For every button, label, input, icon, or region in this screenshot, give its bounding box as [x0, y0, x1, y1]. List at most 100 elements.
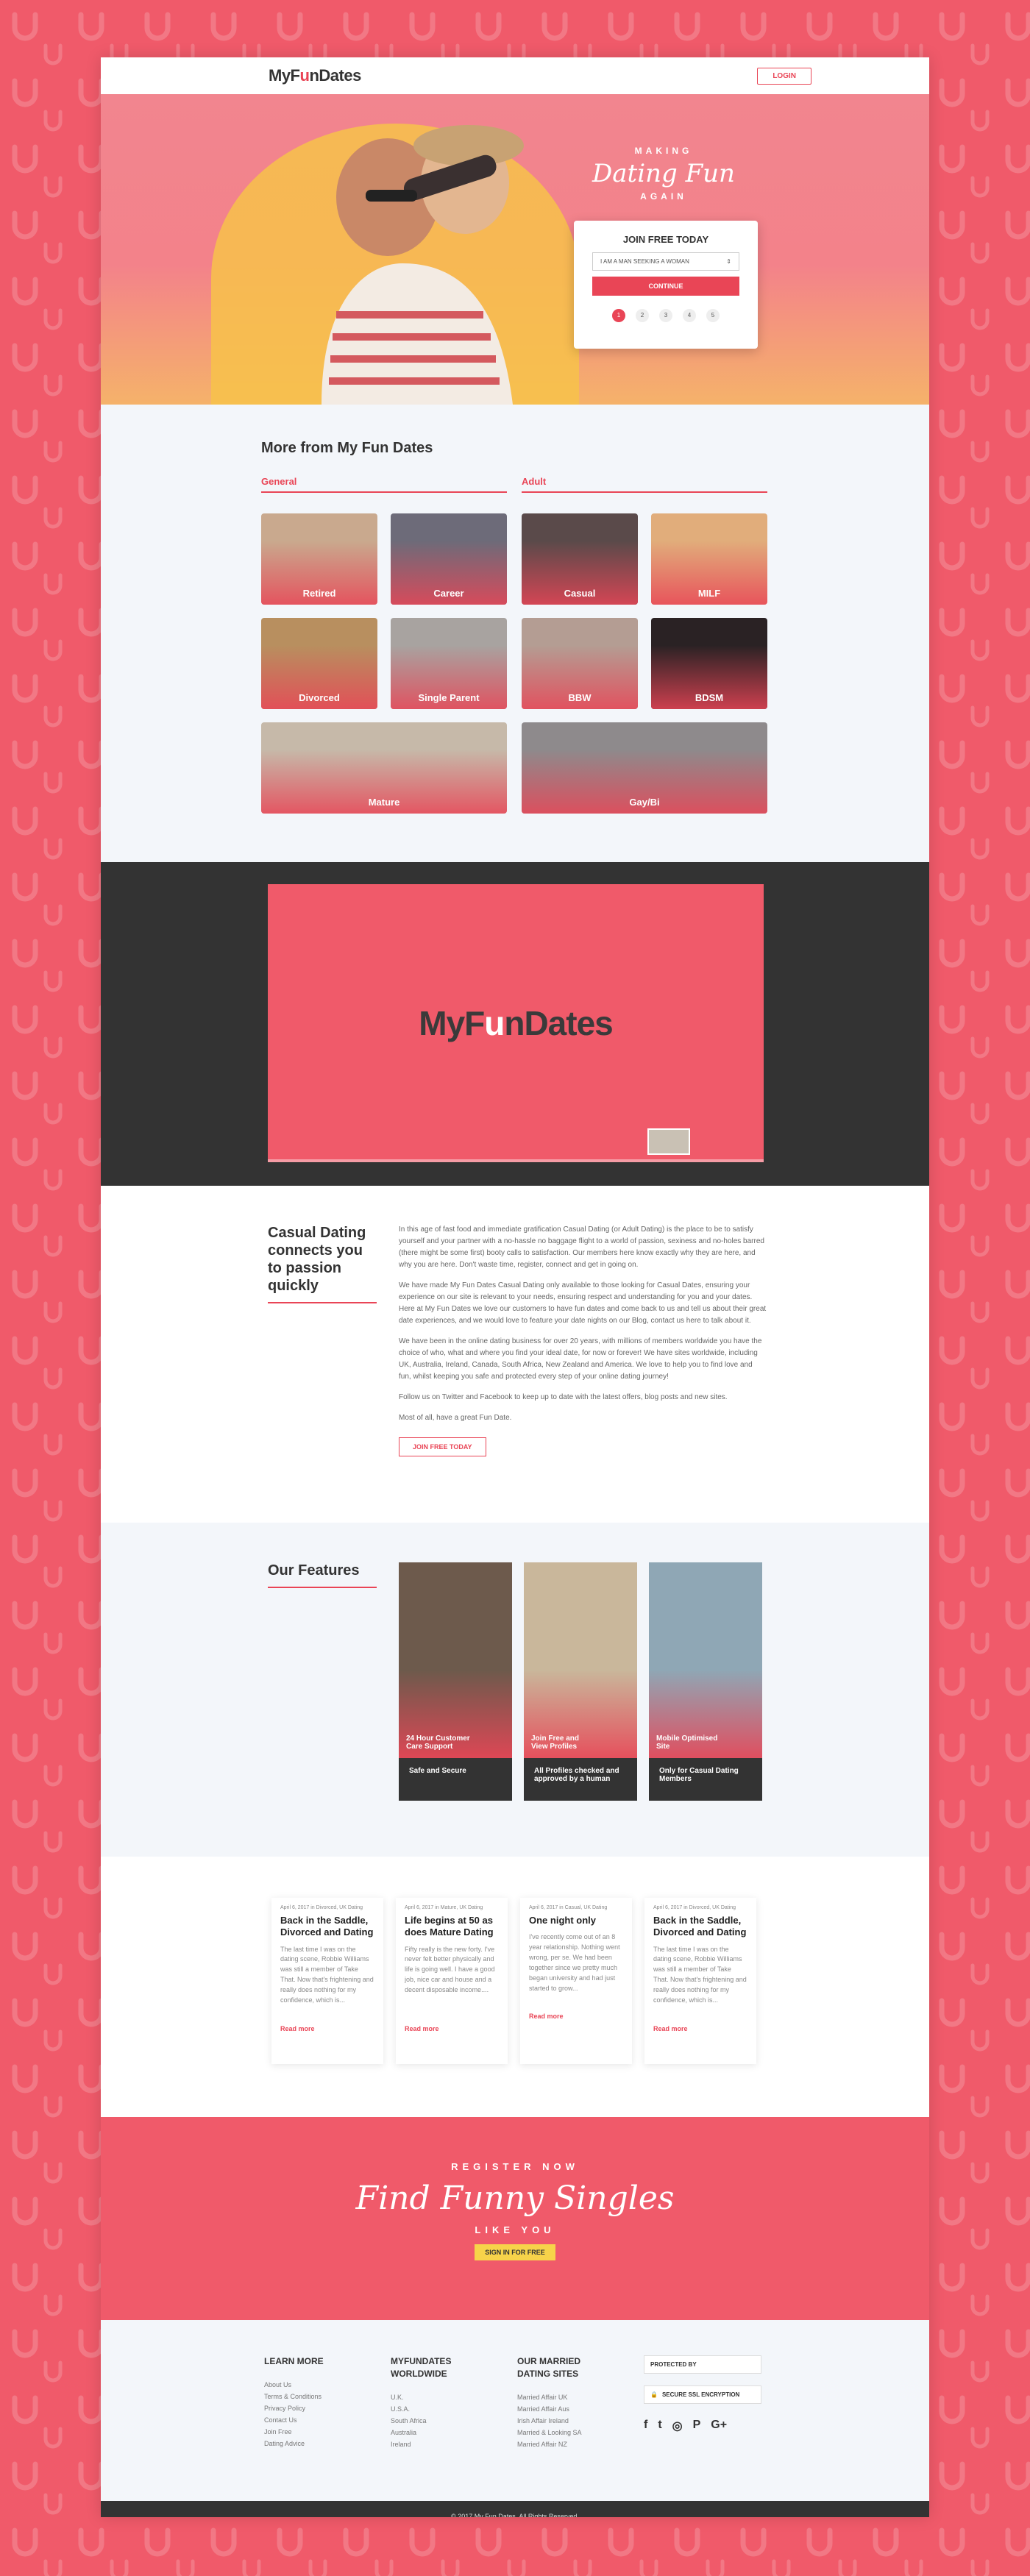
footer-link[interactable]: Terms & Conditions [264, 2393, 348, 2400]
post-excerpt: The last time I was on the dating scene,… [280, 1945, 374, 2004]
more-section: More from My Fun Dates General Retired C… [101, 405, 929, 862]
social-links: f t ◎ P G+ [644, 2419, 761, 2433]
footer-link[interactable]: Ireland [391, 2441, 475, 2448]
footer-link[interactable]: Married Affair UK [517, 2394, 601, 2401]
casual-paragraph: Most of all, have a great Fun Date. [399, 1414, 512, 1422]
casual-text: In this age of fast food and immediate g… [399, 1224, 767, 1523]
google-plus-icon[interactable]: G+ [711, 2419, 727, 2433]
tagline-making: MAKING [634, 146, 693, 156]
category-retired[interactable]: Retired [261, 513, 377, 605]
read-more-link[interactable]: Read more [653, 2025, 688, 2032]
feature-card: 24 Hour Customer Care Support Safe and S… [399, 1562, 512, 1857]
video-section: MyFunDates [101, 862, 929, 1186]
read-more-link[interactable]: Read more [280, 2025, 315, 2032]
video-thumbnail[interactable] [647, 1128, 690, 1155]
like-you-text: LIKE YOU [475, 2224, 555, 2235]
footer-married-sites: OUR MARRIED DATING SITES Married Affair … [517, 2355, 601, 2501]
category-milf[interactable]: MILF [651, 513, 767, 605]
footer-link[interactable]: Join Free [264, 2428, 348, 2436]
logo[interactable]: MyFunDates [269, 66, 361, 85]
blog-section: April 6, 2017 in Divorced, UK Dating Bac… [101, 1857, 929, 2117]
step-indicator: 1 2 3 4 5 [592, 309, 739, 322]
step-1[interactable]: 1 [612, 309, 625, 322]
continue-button[interactable]: CONTINUE [592, 277, 739, 296]
casual-dating-section: Casual Dating connects you to passion qu… [101, 1186, 929, 1523]
feature-image: Mobile Optimised Site [649, 1562, 762, 1758]
step-5[interactable]: 5 [706, 309, 720, 322]
register-now-text: REGISTER NOW [451, 2161, 579, 2172]
post-title[interactable]: One night only [529, 1915, 623, 1926]
blog-post: April 6, 2017 in Divorced, UK Dating Bac… [271, 1898, 383, 2064]
feature-image: Join Free and View Profiles [524, 1562, 637, 1758]
footer-badges: PROTECTED BY 🔒 SECURE SSL ENCRYPTION f t … [644, 2355, 761, 2501]
pinterest-icon[interactable]: P [693, 2419, 701, 2433]
join-form: JOIN FREE TODAY I AM A MAN SEEKING A WOM… [574, 221, 758, 349]
video-player[interactable]: MyFunDates [268, 884, 764, 1162]
join-title: JOIN FREE TODAY [622, 234, 709, 245]
category-career[interactable]: Career [391, 513, 507, 605]
category-gay-bi[interactable]: Gay/Bi [522, 722, 767, 814]
footer-link[interactable]: Married Affair Aus [517, 2405, 601, 2413]
footer-link[interactable]: South Africa [391, 2417, 475, 2424]
lock-icon: 🔒 [650, 2391, 658, 2398]
hero: MAKING Dating Fun AGAIN JOIN FREE TODAY … [101, 94, 929, 405]
footer-link[interactable]: Married & Looking SA [517, 2429, 601, 2436]
sign-in-free-button[interactable]: SIGN IN FOR FREE [475, 2244, 555, 2260]
hero-tagline: MAKING Dating Fun AGAIN [579, 146, 748, 202]
seeking-select[interactable]: I AM A MAN SEEKING A WOMAN ⇕ [592, 252, 739, 271]
casual-paragraph: We have been in the online dating busine… [399, 1337, 762, 1381]
instagram-icon[interactable]: ◎ [672, 2419, 683, 2433]
feature-image: 24 Hour Customer Care Support [399, 1562, 512, 1758]
video-progress-bar[interactable] [268, 1159, 764, 1162]
post-title[interactable]: Back in the Saddle, Divorced and Dating [280, 1915, 374, 1939]
blog-post: April 6, 2017 in Mature, UK Dating Life … [396, 1898, 508, 2064]
category-mature[interactable]: Mature [261, 722, 507, 814]
feature-card: Mobile Optimised Site Only for Casual Da… [649, 1562, 762, 1857]
footer-link[interactable]: U.S.A. [391, 2405, 475, 2413]
protected-badge: PROTECTED BY [644, 2355, 761, 2374]
footer-heading: OUR MARRIED DATING SITES [517, 2356, 580, 2379]
footer-link[interactable]: About Us [264, 2381, 348, 2388]
post-meta: April 6, 2017 in Divorced, UK Dating [280, 1905, 363, 1910]
features-title: Our Features [268, 1562, 377, 1588]
ssl-badge: 🔒 SECURE SSL ENCRYPTION [644, 2385, 761, 2404]
category-bbw[interactable]: BBW [522, 618, 638, 709]
footer-learn-more: LEARN MORE About Us Terms & Conditions P… [264, 2355, 348, 2501]
footer-link[interactable]: U.K. [391, 2394, 475, 2401]
facebook-icon[interactable]: f [644, 2419, 647, 2433]
step-4[interactable]: 4 [683, 309, 696, 322]
footer-link[interactable]: Australia [391, 2429, 475, 2436]
category-casual[interactable]: Casual [522, 513, 638, 605]
step-3[interactable]: 3 [659, 309, 672, 322]
copyright: © 2017 My Fun Dates. All Rights Reserved… [101, 2501, 929, 2517]
category-bdsm[interactable]: BDSM [651, 618, 767, 709]
footer: LEARN MORE About Us Terms & Conditions P… [101, 2320, 929, 2501]
step-2[interactable]: 2 [636, 309, 649, 322]
post-meta: April 6, 2017 in Divorced, UK Dating [653, 1905, 736, 1910]
post-title[interactable]: Life begins at 50 as does Mature Dating [405, 1915, 499, 1939]
feature-card: Join Free and View Profiles All Profiles… [524, 1562, 637, 1857]
feature-caption: Only for Casual Dating Members [649, 1758, 762, 1801]
feature-caption: All Profiles checked and approved by a h… [524, 1758, 637, 1801]
footer-link[interactable]: Dating Advice [264, 2440, 348, 2447]
read-more-link[interactable]: Read more [405, 2025, 439, 2032]
read-more-link[interactable]: Read more [529, 2013, 564, 2020]
category-divorced[interactable]: Divorced [261, 618, 377, 709]
join-free-button[interactable]: JOIN FREE TODAY [399, 1437, 486, 1457]
features-section: Our Features 24 Hour Customer Care Suppo… [101, 1523, 929, 1857]
footer-link[interactable]: Irish Affair Ireland [517, 2417, 601, 2424]
post-title[interactable]: Back in the Saddle, Divorced and Dating [653, 1915, 747, 1939]
twitter-icon[interactable]: t [658, 2419, 661, 2433]
tagline-again: AGAIN [640, 191, 687, 202]
casual-paragraph: We have made My Fun Dates Casual Dating … [399, 1281, 767, 1325]
footer-link[interactable]: Contact Us [264, 2416, 348, 2424]
footer-link[interactable]: Married Affair NZ [517, 2441, 601, 2448]
video-logo: MyFunDates [419, 1004, 614, 1042]
adult-column: Adult Casual MILF BBW BDSM Gay/Bi [522, 476, 767, 814]
category-single-parent[interactable]: Single Parent [391, 618, 507, 709]
hero-couple-image [322, 125, 524, 405]
site-container: MyFunDates LOGIN MAKING Dating Fun AGAIN… [101, 57, 929, 2517]
login-button[interactable]: LOGIN [757, 67, 811, 85]
footer-worldwide: MYFUNDATES WORLDWIDE U.K. U.S.A. South A… [391, 2355, 475, 2501]
footer-link[interactable]: Privacy Policy [264, 2405, 348, 2412]
